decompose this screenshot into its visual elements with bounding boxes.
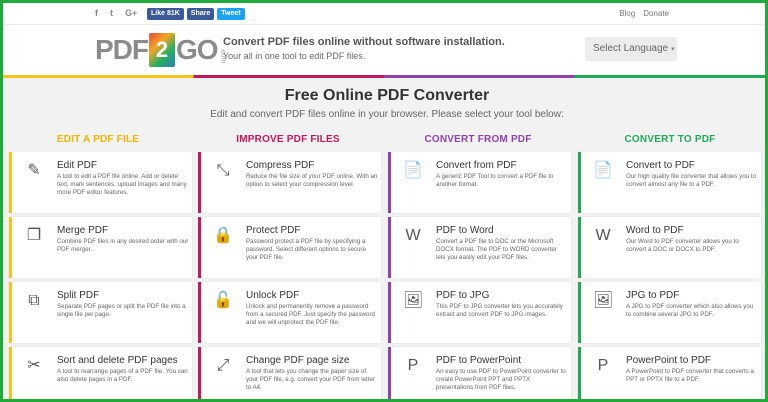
page-title: Free Online PDF Converter (284, 87, 490, 104)
top-links: Blog Donate (619, 9, 669, 18)
column-heading: CONVERT FROM PDF (424, 134, 532, 145)
tool-card-title: Split PDF (57, 290, 100, 301)
facebook-share-button[interactable]: Share (186, 8, 215, 20)
share-buttons: Like 81K Share Tweet (147, 8, 245, 20)
split-icon: ⧉ (28, 292, 40, 309)
page-subtitle: Edit and convert PDF files online in you… (210, 109, 564, 120)
tool-card-title: JPG to PDF (626, 290, 680, 301)
pdf2go-logo[interactable]: PDF 2 GO .com (95, 31, 227, 69)
tool-card-title: Convert to PDF (626, 160, 695, 171)
tool-card[interactable]: W PDF to Word Convert a PDF file to DOC or… (388, 217, 571, 278)
tool-card-description: An easy to use PDF to PowerPoint convert… (436, 368, 566, 392)
compress-icon: ⤡ (216, 162, 230, 179)
tool-card-description: Combine PDF files in any desired order w… (57, 238, 189, 254)
tool-card-title: Sort and delete PDF pages (57, 355, 178, 366)
tool-card-title: PDF to JPG (436, 290, 490, 301)
tool-card[interactable]: ✂ Sort and delete PDF pages A tool to rear… (9, 347, 192, 399)
tool-card-description: Password protect a PDF file by specifyin… (246, 238, 366, 262)
image-file-icon: 🖼 (593, 292, 614, 309)
tool-card-title: Word to PDF (626, 225, 684, 236)
word-file-icon: W (595, 227, 611, 244)
tool-card[interactable]: 🔒 Protect PDF Password protect a PDF file … (198, 217, 381, 278)
tool-card-description: A tool to edit a PDF file online. Add or… (57, 173, 187, 197)
google-plus-icon[interactable]: G+ (125, 8, 137, 18)
tool-card-description: A tool to rearrange pages of a PDF file.… (57, 368, 188, 384)
edit-icon: ✎ (27, 162, 41, 179)
tool-card[interactable]: 📄 Convert from PDF A generic PDF Tool to c… (388, 152, 571, 213)
tool-card-description: A tool that lets you change the paper si… (246, 368, 375, 392)
tool-card[interactable]: 📄 Convert to PDF Our high quality file con… (578, 152, 761, 213)
tool-card-title: Merge PDF (57, 225, 109, 236)
tool-card-description: Reduce the file size of your PDF online.… (246, 173, 378, 189)
tool-card-title: PDF to Word (436, 225, 494, 236)
lock-icon: 🔒 (213, 227, 233, 244)
language-select[interactable]: Select Language ▾ (585, 37, 677, 61)
powerpoint-file-icon: P (407, 357, 419, 374)
tool-card[interactable]: P PDF to PowerPoint An easy to use PDF to … (388, 347, 571, 399)
tool-card[interactable]: ⧉ Split PDF Separate PDF pages or split th… (9, 282, 192, 343)
column-heading: EDIT A PDF FILE (56, 134, 140, 145)
caret-down-icon: ▾ (671, 46, 675, 53)
twitter-icon[interactable]: t (110, 8, 113, 18)
resize-icon: ⤢ (216, 357, 230, 374)
tool-card-description: A JPG to PDF converter which also allows… (626, 303, 754, 319)
tagline: Convert PDF files online without softwar… (223, 36, 505, 61)
facebook-icon[interactable]: f (95, 8, 98, 18)
tool-card[interactable]: W Word to PDF Our Word to PDF converter al… (578, 217, 761, 278)
tool-card-title: Change PDF page size (246, 355, 350, 366)
logo-text-pdf: PDF (95, 34, 149, 65)
logo-text-go: GO (176, 34, 219, 65)
column-heading: IMPROVE PDF FILES (236, 134, 340, 145)
tool-card-description: A generic PDF Tool to convert a PDF file… (436, 173, 554, 189)
tool-card-title: Convert from PDF (436, 160, 517, 171)
merge-icon: ❐ (26, 227, 42, 244)
browser-frame: f t G+ Like 81K Share Tweet Blog Donate … (0, 0, 768, 402)
scissors-icon: ✂ (27, 357, 41, 374)
tagline-main: Convert PDF files online without softwar… (223, 36, 505, 48)
tool-card[interactable]: ✎ Edit PDF A tool to edit a PDF file onlin… (9, 152, 192, 213)
language-select-label: Select Language (593, 43, 669, 54)
word-file-icon: W (405, 227, 421, 244)
tool-card-description: Separate PDF pages or split the PDF file… (57, 303, 186, 319)
top-bar: f t G+ Like 81K Share Tweet Blog Donate (3, 3, 765, 25)
tool-card-description: Unlock and permanently remove a password… (246, 303, 375, 327)
tool-card[interactable]: ⤡ Compress PDF Reduce the file size of you… (198, 152, 381, 213)
blog-link[interactable]: Blog (619, 9, 635, 18)
column-heading: CONVERT TO PDF (624, 134, 716, 145)
tool-card-description: A PowerPoint to PDF converter that conve… (626, 368, 754, 384)
social-links: f t G+ (95, 8, 137, 18)
tool-card-description: Our Word to PDF converter allows you to … (626, 238, 739, 254)
tool-card-description: This PDF to JPG converter lets you accur… (436, 303, 563, 319)
tool-card-title: PDF to PowerPoint (436, 355, 522, 366)
tool-card[interactable]: P PowerPoint to PDF A PowerPoint to PDF co… (578, 347, 761, 399)
tool-card-description: Convert a PDF file to DOC or the Microso… (436, 238, 557, 262)
unlock-icon: 🔓 (213, 292, 233, 309)
tool-card-title: Edit PDF (57, 160, 98, 171)
color-divider (3, 75, 765, 78)
tool-card-description: Our high quality file converter that all… (626, 173, 757, 189)
tool-card[interactable]: 🖼 JPG to PDF A JPG to PDF converter which … (578, 282, 761, 343)
facebook-like-button[interactable]: Like 81K (147, 8, 184, 20)
donate-link[interactable]: Donate (643, 9, 669, 18)
tool-card[interactable]: ❐ Merge PDF Combine PDF files in any desir… (9, 217, 192, 278)
tweet-button[interactable]: Tweet (217, 8, 245, 20)
image-file-icon: 🖼 (403, 292, 424, 309)
tool-card-title: PowerPoint to PDF (626, 355, 712, 366)
pdf-file-icon: 📄 (403, 162, 423, 179)
tool-card[interactable]: 🖼 PDF to JPG This PDF to JPG converter let… (388, 282, 571, 343)
powerpoint-file-icon: P (597, 357, 609, 374)
tool-card-title: Compress PDF (246, 160, 315, 171)
pdf-file-icon: 📄 (593, 162, 613, 179)
site-header: PDF 2 GO .com Convert PDF files online w… (3, 25, 765, 75)
tagline-sub: Your all in one tool to edit PDF files. (223, 51, 366, 61)
tool-card[interactable]: 🔓 Unlock PDF Unlock and permanently remove… (198, 282, 381, 343)
tool-card-title: Protect PDF (246, 225, 301, 236)
tool-card-title: Unlock PDF (246, 290, 300, 301)
tool-card[interactable]: ⤢ Change PDF page size A tool that lets yo… (198, 347, 381, 399)
logo-number: 2 (149, 33, 175, 67)
